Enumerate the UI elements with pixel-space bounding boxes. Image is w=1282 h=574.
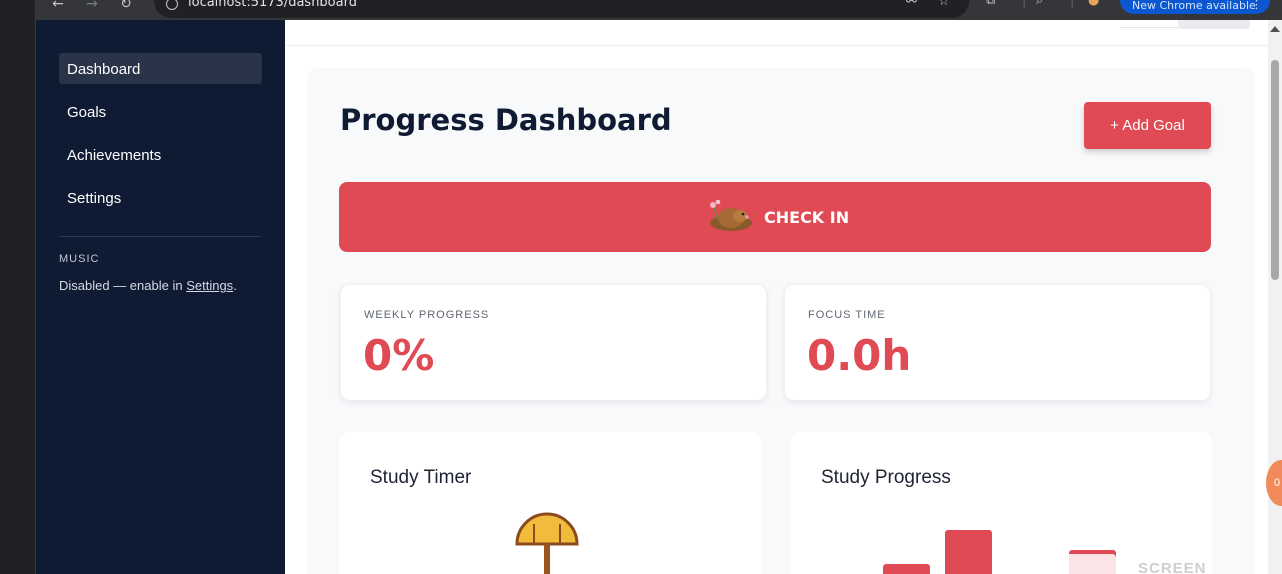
scroll-up-arrow-icon[interactable]	[1270, 26, 1280, 32]
top-header	[285, 20, 1268, 46]
progress-chart	[790, 432, 1212, 574]
sidebar-item-label: Settings	[67, 190, 122, 207]
mole-mascot-icon	[710, 199, 752, 231]
sidebar-item-dashboard[interactable]: Dashboard	[59, 53, 262, 84]
update-chrome-button[interactable]: New Chrome available ⋮	[1120, 0, 1270, 14]
sidebar-item-achievements[interactable]: Achievements	[59, 139, 262, 170]
site-info-icon[interactable]	[166, 0, 178, 10]
url-text: localhost:5173/dashboard	[188, 0, 357, 10]
scroll-thumb[interactable]	[1271, 60, 1279, 280]
recorder-watermark-box	[1058, 554, 1116, 574]
check-in-label: CHECK IN	[764, 208, 850, 227]
app-window: ← → ↻ localhost:5173/dashboard ⚯ ☆ ⧉ | ⌕…	[0, 0, 1282, 574]
address-bar[interactable]: localhost:5173/dashboard ⚯ ☆	[154, 0, 969, 18]
focus-time-card: FOCUS TIME 0.0h	[784, 284, 1211, 401]
browser-toolbar: ← → ↻ localhost:5173/dashboard ⚯ ☆ ⧉ | ⌕…	[36, 0, 1282, 20]
bookmark-star-icon[interactable]: ☆	[938, 0, 950, 9]
update-chrome-label: New Chrome available	[1132, 0, 1256, 12]
sidebar-item-settings[interactable]: Settings	[59, 182, 262, 213]
weekly-progress-card: WEEKLY PROGRESS 0%	[340, 284, 767, 401]
back-icon[interactable]: ←	[48, 0, 68, 14]
settings-link[interactable]: Settings	[186, 278, 233, 293]
progress-bar	[945, 530, 992, 574]
stat-label: WEEKLY PROGRESS	[364, 309, 490, 321]
progress-bar	[883, 564, 930, 574]
music-section-title: MUSIC	[59, 253, 100, 265]
study-timer-panel: Study Timer	[339, 432, 761, 574]
recorder-watermark: SCREEN	[1138, 560, 1207, 574]
stat-value: 0.0h	[807, 331, 912, 380]
chrome-menu-icon[interactable]: ⋮	[1251, 0, 1262, 11]
add-goal-button[interactable]: + Add Goal	[1084, 102, 1211, 149]
sidebar-divider	[59, 236, 261, 237]
check-in-button[interactable]: CHECK IN	[339, 182, 1211, 252]
sidebar-item-label: Dashboard	[67, 61, 141, 78]
stat-label: FOCUS TIME	[808, 309, 886, 321]
sidebar-item-label: Achievements	[67, 147, 162, 164]
header-control[interactable]	[1120, 20, 1180, 28]
sidebar: Dashboard Goals Achievements Settings MU…	[36, 20, 285, 574]
profile-avatar-icon[interactable]: ●	[1088, 0, 1099, 8]
desktop-edge	[0, 0, 36, 574]
page-title: Progress Dashboard	[340, 103, 672, 137]
incognito-glasses-icon[interactable]: ⚯	[906, 0, 917, 9]
sidebar-item-goals[interactable]: Goals	[59, 96, 262, 127]
extensions-icon[interactable]: ⧉	[986, 0, 995, 8]
hourglass-timer-icon	[515, 512, 579, 574]
reload-icon[interactable]: ↻	[116, 0, 136, 14]
main-area: Progress Dashboard + Add Goal CHECK IN W…	[285, 20, 1268, 574]
toolbar-divider-2: |	[1070, 0, 1075, 8]
toolbar-divider: |	[1022, 0, 1027, 8]
music-status: Disabled — enable in Settings.	[59, 278, 237, 293]
dashboard-content: Progress Dashboard + Add Goal CHECK IN W…	[307, 68, 1255, 574]
sidebar-item-label: Goals	[67, 104, 107, 121]
music-status-text: Disabled — enable in	[59, 278, 187, 293]
music-status-suffix: .	[233, 278, 237, 293]
study-progress-panel: Study Progress SCREEN	[790, 432, 1212, 574]
forward-icon[interactable]: →	[82, 0, 102, 14]
stat-value: 0%	[363, 331, 435, 380]
header-button[interactable]	[1178, 20, 1250, 29]
lens-search-icon[interactable]: ⌕	[1036, 0, 1043, 8]
panel-title: Study Timer	[370, 467, 472, 488]
